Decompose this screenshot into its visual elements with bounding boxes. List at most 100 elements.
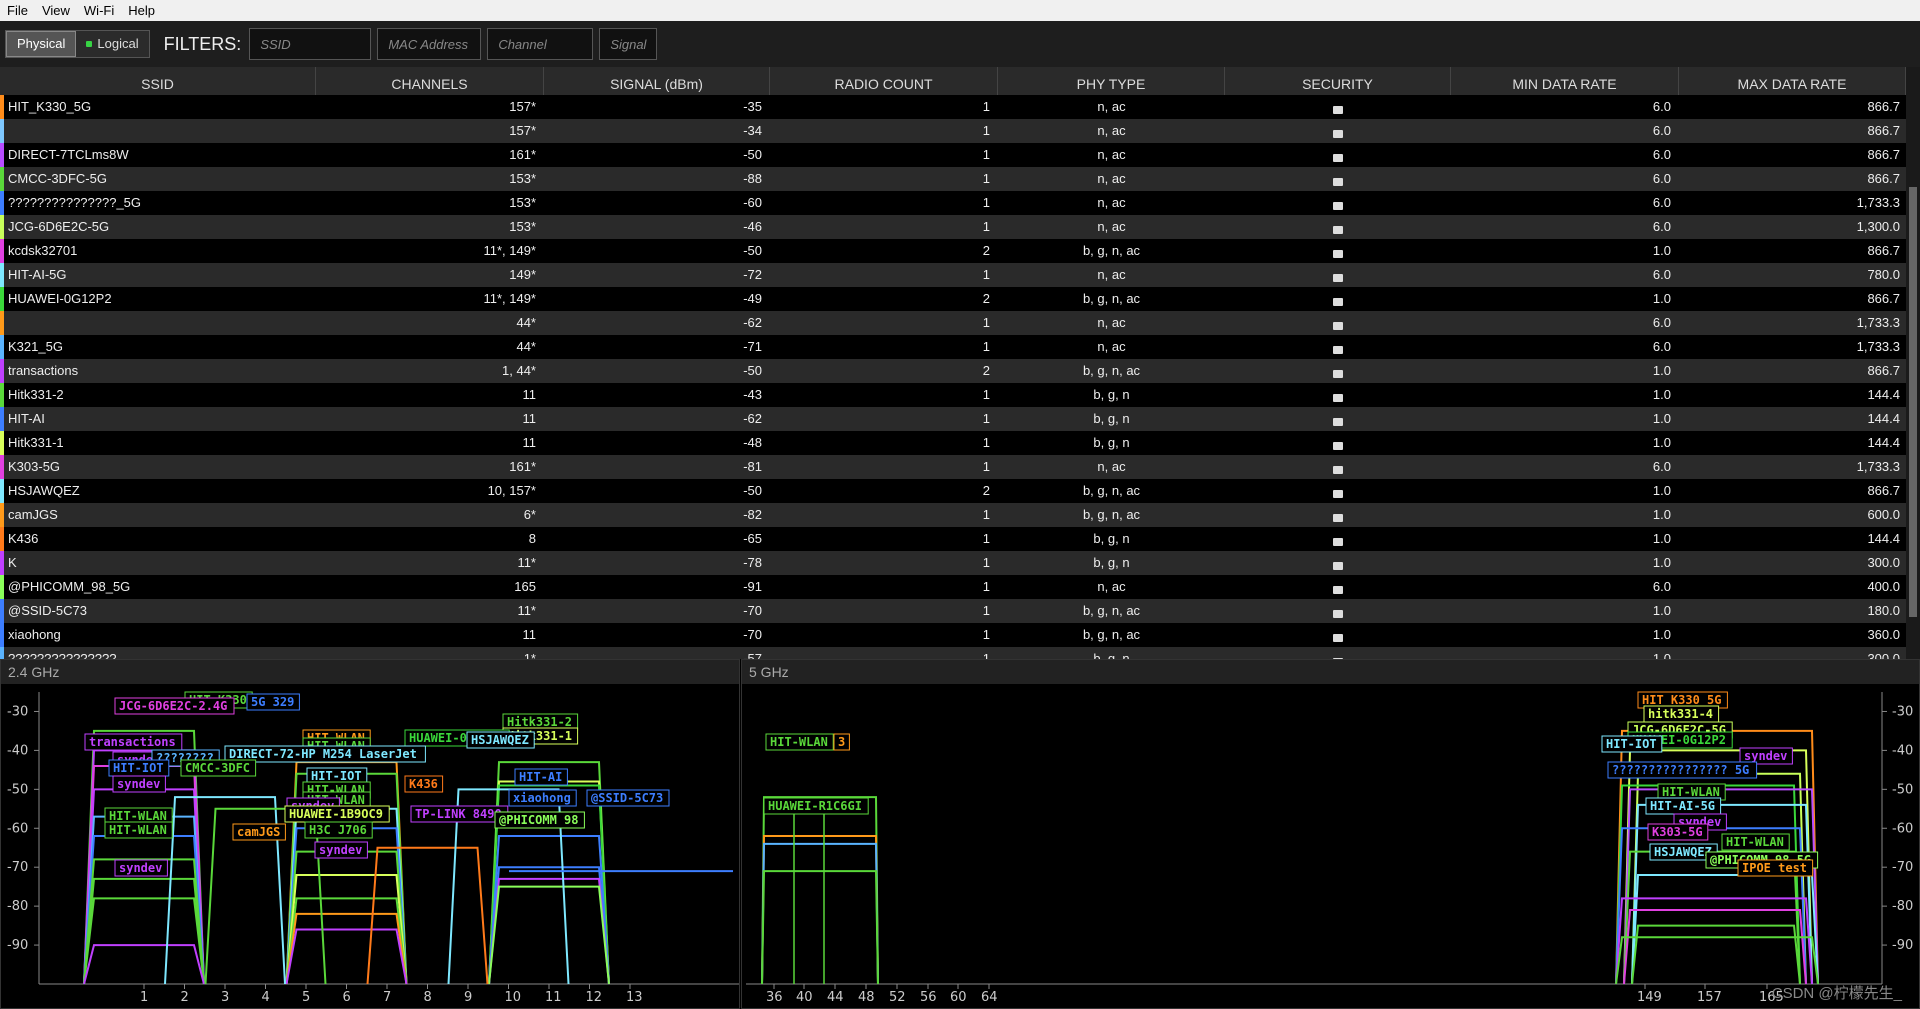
filters-label: FILTERS: (163, 33, 242, 54)
table-row[interactable]: @SSID-5C73 11* -70 1 b, g, n, ac 1.0 180.0 (0, 599, 1906, 623)
table-row[interactable]: kcdsk32701 11*, 149* -50 2 b, g, n, ac 1.0 866… (0, 239, 1906, 263)
max-rate-cell: 1,733.3 (1856, 195, 1900, 210)
min-rate-cell: 1.0 (1652, 507, 1671, 522)
table-row[interactable]: @PHICOMM_98_5G 165 -91 1 n, ac 6.0 400.0 (0, 575, 1906, 599)
min-rate-cell: 6.0 (1652, 123, 1671, 138)
max-rate-cell: 1,733.3 (1856, 339, 1900, 354)
y-tick-label: -60 (1892, 821, 1913, 836)
min-rate-cell: 6.0 (1652, 315, 1671, 330)
menu-wifi[interactable]: Wi-Fi (77, 3, 121, 18)
table-row[interactable]: HIT-AI-5G 149* -72 1 n, ac 6.0 780.0 (0, 263, 1906, 287)
table-row[interactable]: transactions 1, 44* -50 2 b, g, n, ac 1.0 866.… (0, 359, 1906, 383)
min-rate-cell: 1.0 (1652, 291, 1671, 306)
phy-type-cell: b, g, n, ac (1082, 603, 1141, 618)
table-row[interactable]: K436 8 -65 1 b, g, n 1.0 144.4 (0, 527, 1906, 551)
table-row[interactable]: HIT_K330_5G 157* -35 1 n, ac 6.0 866.7 (0, 95, 1906, 119)
table-row[interactable]: HSJAWQEZ 10, 157* -50 2 b, g, n, ac 1.0 866.7 (0, 479, 1906, 503)
radio-count-cell: 1 (982, 195, 990, 210)
col-min-rate-header[interactable]: MIN DATA RATE (1451, 67, 1679, 95)
col-max-rate-header[interactable]: MAX DATA RATE (1679, 67, 1906, 95)
col-ssid-header[interactable]: SSID (0, 67, 316, 95)
scrollbar-thumb[interactable] (1909, 187, 1917, 617)
table-row[interactable]: HUAWEI-0G12P2 11*, 149* -49 2 b, g, n, ac 1.0… (0, 287, 1906, 311)
lock-icon (1333, 154, 1343, 162)
table-scrollbar[interactable] (1906, 67, 1920, 659)
ssid-cell: HIT-AI-5G (0, 263, 316, 287)
y-tick-label: -50 (7, 782, 28, 797)
ssid-cell: camJGS (0, 503, 316, 527)
radio-count-cell: 1 (982, 555, 990, 570)
channel-filter-input[interactable]: Channel (487, 28, 594, 60)
x-tick-label: 56 (920, 990, 937, 1005)
col-security-header[interactable]: SECURITY (1225, 67, 1451, 95)
ssid-filter-input[interactable]: SSID (249, 28, 372, 60)
x-tick-label: 44 (827, 990, 844, 1005)
phy-type-cell: n, ac (1097, 195, 1126, 210)
physical-view-button[interactable]: Physical (6, 31, 77, 57)
max-rate-cell: 866.7 (1867, 483, 1900, 498)
table-row[interactable]: HIT-AI 11 -62 1 b, g, n 1.0 144.4 (0, 407, 1906, 431)
x-tick-label: 2 (181, 990, 189, 1005)
channel-curve (761, 796, 879, 985)
logical-view-button[interactable]: Logical (76, 31, 148, 57)
security-cell (1225, 215, 1451, 239)
radio-count-cell: 1 (982, 531, 990, 546)
network-label: HIT-WLAN (109, 823, 167, 837)
signal-filter-input[interactable]: Signal (599, 28, 658, 60)
table-row[interactable]: 157* -34 1 n, ac 6.0 866.7 (0, 119, 1906, 143)
max-rate-cell: 866.7 (1867, 243, 1900, 258)
phy-type-cell: b, g, n, ac (1082, 627, 1141, 642)
security-cell (1225, 407, 1451, 431)
col-phy-type-header[interactable]: PHY TYPE (998, 67, 1225, 95)
radio-count-cell: 1 (982, 579, 990, 594)
channels-cell: 157* (509, 99, 536, 114)
table-row[interactable]: xiaohong 11 -70 1 b, g, n, ac 1.0 360.0 (0, 623, 1906, 647)
table-row[interactable]: ??????????????? 1* -57 1 b, g, n 1.0 300.0 (0, 647, 1906, 659)
table-row[interactable]: K 11* -78 1 b, g, n 1.0 300.0 (0, 551, 1906, 575)
channel-curve (1615, 897, 1813, 985)
network-label: syndev (1744, 749, 1787, 763)
x-tick-label: 11 (545, 990, 562, 1005)
table-row[interactable]: ???????????????_5G 153* -60 1 n, ac 6.0 1,733.… (0, 191, 1906, 215)
menu-file[interactable]: File (0, 3, 35, 18)
signal-cell: -50 (743, 243, 762, 258)
table-header: SSID CHANNELS SIGNAL (dBm) RADIO COUNT P… (0, 67, 1906, 95)
min-rate-cell: 1.0 (1652, 411, 1671, 426)
table-row[interactable]: K321_5G 44* -71 1 n, ac 6.0 1,733.3 (0, 335, 1906, 359)
phy-type-cell: b, g, n, ac (1082, 243, 1141, 258)
table-row[interactable]: JCG-6D6E2C-5G 153* -46 1 n, ac 6.0 1,300.0 (0, 215, 1906, 239)
radio-count-cell: 1 (982, 147, 990, 162)
col-radio-count-header[interactable]: RADIO COUNT (770, 67, 998, 95)
menu-view[interactable]: View (35, 3, 77, 18)
radio-count-cell: 1 (982, 387, 990, 402)
mac-filter-input[interactable]: MAC Address (377, 28, 482, 60)
lock-icon (1333, 538, 1343, 546)
y-tick-label: -90 (1892, 938, 1913, 953)
graph-5ghz: 5 GHz -30 -40 -50 -60 -70 -80 -90 36 40 44 48 52 56 6… (741, 659, 1920, 1009)
lock-icon (1333, 370, 1343, 378)
table-row[interactable]: CMCC-3DFC-5G 153* -88 1 n, ac 6.0 866.7 (0, 167, 1906, 191)
channels-cell: 11 (522, 387, 537, 402)
table-row[interactable]: K303-5G 161* -81 1 n, ac 6.0 1,733.3 (0, 455, 1906, 479)
table-row[interactable]: 44* -62 1 n, ac 6.0 1,733.3 (0, 311, 1906, 335)
table-row[interactable]: DIRECT-7TCLms8W 161* -50 1 n, ac 6.0 866.7 (0, 143, 1906, 167)
x-tick-label: 4 (262, 990, 270, 1005)
col-signal-header[interactable]: SIGNAL (dBm) (544, 67, 770, 95)
max-rate-cell: 144.4 (1867, 411, 1900, 426)
radio-count-cell: 1 (982, 171, 990, 186)
table-row[interactable]: Hitk331-1 11 -48 1 b, g, n 1.0 144.4 (0, 431, 1906, 455)
menu-help[interactable]: Help (121, 3, 162, 18)
table-row[interactable]: camJGS 6* -82 1 b, g, n, ac 1.0 600.0 (0, 503, 1906, 527)
max-rate-cell: 866.7 (1867, 99, 1900, 114)
channel-curve (285, 897, 408, 985)
col-channels-header[interactable]: CHANNELS (316, 67, 544, 95)
network-label: DIRECT-72-HP M254 LaserJet (229, 747, 417, 761)
network-label: 3 (838, 735, 845, 749)
watermark: CSDN @柠檬先生_ (1771, 985, 1902, 1002)
x-tick-label: 8 (424, 990, 432, 1005)
lock-icon (1333, 226, 1343, 234)
max-rate-cell: 144.4 (1867, 387, 1900, 402)
phy-type-cell: n, ac (1097, 267, 1126, 282)
table-row[interactable]: Hitk331-2 11 -43 1 b, g, n 1.0 144.4 (0, 383, 1906, 407)
channels-cell: 6* (523, 507, 536, 522)
